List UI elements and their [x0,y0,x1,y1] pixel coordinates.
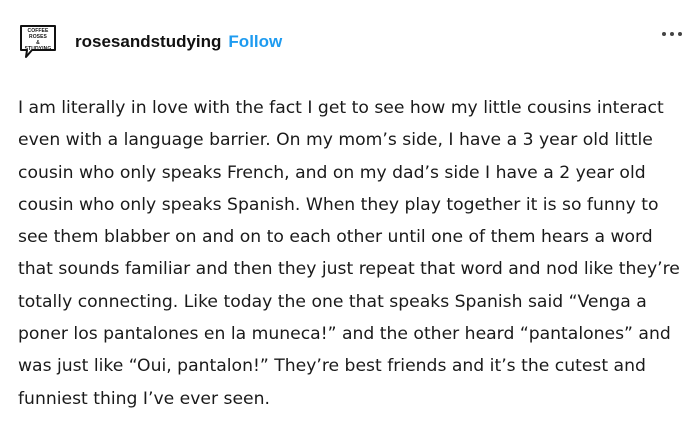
dot [662,32,666,36]
follow-button[interactable]: Follow [228,32,282,52]
avatar-line: STUDYING [24,46,52,52]
avatar-label: COFFEE ROSES & STUDYING [22,28,54,52]
avatar[interactable]: COFFEE ROSES & STUDYING [18,24,62,60]
dot [670,32,674,36]
post-body-text: I am literally in love with the fact I g… [18,98,680,409]
ellipsis-icon[interactable] [662,32,682,36]
post-header: COFFEE ROSES & STUDYING rosesandstudying… [18,22,682,62]
post-card: COFFEE ROSES & STUDYING rosesandstudying… [0,0,700,445]
dot [678,32,682,36]
username-link[interactable]: rosesandstudying [75,32,221,52]
